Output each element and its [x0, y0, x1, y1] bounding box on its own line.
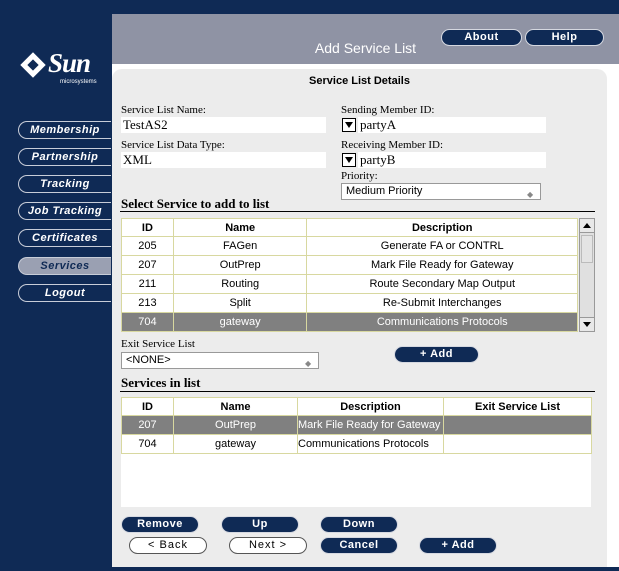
cell-name: gateway	[172, 312, 308, 332]
cell-id: 211	[121, 274, 174, 294]
column-header-id[interactable]: ID	[121, 218, 174, 237]
exit-service-list-value: <NONE>	[126, 354, 171, 366]
column-header-description[interactable]: Description	[297, 397, 444, 416]
cell-description: Mark File Ready for Gateway	[306, 255, 578, 275]
cell-description: Mark File Ready for Gateway	[297, 415, 444, 435]
nav-partnership[interactable]: Partnership	[18, 148, 111, 166]
available-heading-rule	[120, 211, 595, 212]
table-row-selected[interactable]: 704 gateway Communications Protocols	[121, 312, 578, 332]
available-heading: Select Service to add to list	[121, 196, 270, 211]
exit-service-list-label: Exit Service List	[121, 338, 195, 350]
available-services-table: ID Name Description 205 FAGen Generate F…	[121, 218, 578, 332]
cell-name: Split	[172, 293, 308, 313]
column-header-id[interactable]: ID	[121, 397, 174, 416]
nav-certificates[interactable]: Certificates	[18, 229, 111, 247]
cell-description: Communications Protocols	[306, 312, 578, 332]
service-list-data-type-input[interactable]: XML	[121, 152, 326, 168]
scroll-down-icon[interactable]	[580, 317, 594, 331]
priority-label: Priority:	[341, 170, 378, 182]
cell-description: Communications Protocols	[297, 434, 444, 454]
cell-id: 207	[121, 415, 174, 435]
sending-member-input[interactable]: partyA	[358, 117, 546, 133]
cell-id: 207	[121, 255, 174, 275]
cell-id: 704	[121, 434, 174, 454]
cell-name: Routing	[172, 274, 308, 294]
column-header-name[interactable]: Name	[172, 218, 308, 237]
table-row[interactable]: 213 Split Re-Submit Interchanges	[121, 293, 578, 313]
cell-exit-service-list	[443, 434, 592, 454]
receiving-member-input[interactable]: partyB	[358, 152, 546, 168]
sun-logo-icon	[20, 52, 46, 78]
column-header-exit-service-list[interactable]: Exit Service List	[443, 397, 592, 416]
scroll-thumb[interactable]	[581, 235, 593, 263]
logo-tagline: microsystems	[60, 79, 97, 85]
sending-member-dropdown-icon[interactable]	[342, 118, 356, 132]
nav-job-tracking[interactable]: Job Tracking	[18, 202, 111, 220]
table-row[interactable]: 704 gateway Communications Protocols	[121, 434, 592, 454]
cell-description: Generate FA or CONTRL	[306, 236, 578, 256]
cell-name: gateway	[173, 434, 298, 454]
next-button[interactable]: Next >	[229, 537, 307, 554]
service-list-data-type-label: Service List Data Type:	[121, 139, 225, 151]
cell-name: OutPrep	[173, 415, 298, 435]
sending-member-label: Sending Member ID:	[341, 104, 435, 116]
priority-select[interactable]: Medium Priority ◆	[341, 183, 541, 200]
service-list-name-input[interactable]: TestAS2	[121, 117, 326, 133]
table-row[interactable]: 211 Routing Route Secondary Map Output	[121, 274, 578, 294]
priority-dropdown-icon: ◆	[527, 190, 534, 199]
exit-dropdown-icon: ◆	[305, 359, 312, 368]
remove-button[interactable]: Remove	[121, 516, 199, 533]
table-header-row: ID Name Description	[121, 218, 578, 237]
help-button[interactable]: Help	[525, 29, 604, 46]
cell-name: FAGen	[172, 236, 308, 256]
table-row[interactable]: 205 FAGen Generate FA or CONTRL	[121, 236, 578, 256]
nav-membership[interactable]: Membership	[18, 121, 111, 139]
bottom-strip	[112, 567, 619, 571]
cancel-button[interactable]: Cancel	[320, 537, 398, 554]
nav-services[interactable]: Services	[18, 257, 111, 275]
priority-value: Medium Priority	[346, 185, 423, 197]
about-button[interactable]: About	[441, 29, 522, 46]
add-button[interactable]: + Add	[419, 537, 497, 554]
cell-id: 704	[121, 312, 174, 332]
receiving-member-label: Receiving Member ID:	[341, 139, 444, 151]
add-exit-button[interactable]: + Add	[394, 346, 479, 363]
top-strip	[0, 0, 619, 14]
up-button[interactable]: Up	[221, 516, 299, 533]
services-in-list-rule	[120, 391, 595, 392]
scroll-up-icon[interactable]	[580, 219, 594, 233]
cell-exit-service-list	[443, 415, 592, 435]
cell-id: 205	[121, 236, 174, 256]
nav-logout[interactable]: Logout	[18, 284, 111, 302]
nav-tracking[interactable]: Tracking	[18, 175, 111, 193]
logo-text: Sun	[48, 48, 91, 78]
down-button[interactable]: Down	[320, 516, 398, 533]
services-in-list-table: ID Name Description Exit Service List 20…	[121, 397, 592, 454]
cell-description: Route Secondary Map Output	[306, 274, 578, 294]
back-button[interactable]: < Back	[129, 537, 207, 554]
column-header-description[interactable]: Description	[306, 218, 578, 237]
services-in-list-heading: Services in list	[121, 375, 201, 390]
column-header-name[interactable]: Name	[173, 397, 298, 416]
table-row[interactable]: 207 OutPrep Mark File Ready for Gateway	[121, 255, 578, 275]
cell-id: 213	[121, 293, 174, 313]
table-header-row: ID Name Description Exit Service List	[121, 397, 592, 416]
receiving-member-dropdown-icon[interactable]	[342, 153, 356, 167]
service-list-name-label: Service List Name:	[121, 104, 206, 116]
exit-service-list-select[interactable]: <NONE> ◆	[121, 352, 319, 369]
available-scrollbar[interactable]	[579, 218, 595, 332]
section-title: Service List Details	[309, 75, 410, 87]
table-row-selected[interactable]: 207 OutPrep Mark File Ready for Gateway	[121, 415, 592, 435]
cell-description: Re-Submit Interchanges	[306, 293, 578, 313]
sun-logo: Sun microsystems	[20, 48, 99, 90]
cell-name: OutPrep	[172, 255, 308, 275]
